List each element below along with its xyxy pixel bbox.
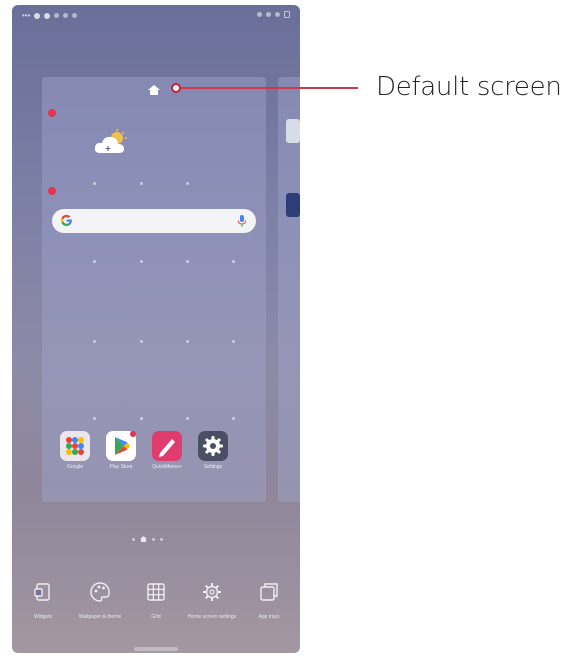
google-search-bar[interactable] bbox=[52, 209, 256, 233]
gear-icon bbox=[203, 583, 221, 601]
widgets-button[interactable]: Widgets bbox=[15, 581, 71, 620]
page-dot[interactable] bbox=[132, 537, 135, 541]
status-time: ••• bbox=[22, 11, 31, 20]
phone-screen: ••• Google Play Store QuickMemo+ Setting… bbox=[12, 5, 300, 653]
home-screen-settings-button[interactable]: Home screen settings bbox=[184, 581, 240, 620]
status-bar: ••• bbox=[12, 5, 300, 27]
app-label: Settings bbox=[203, 464, 223, 470]
grid-marker bbox=[93, 417, 96, 420]
app-label: QuickMemo+ bbox=[152, 464, 182, 470]
app-trays-label: App trays bbox=[258, 614, 280, 620]
battery-icon bbox=[284, 11, 290, 18]
app-play-store[interactable]: Play Store bbox=[103, 431, 139, 470]
home-page-preview[interactable]: Google Play Store QuickMemo+ Settings bbox=[42, 77, 266, 502]
grid-marker bbox=[186, 260, 189, 263]
grid-icon bbox=[147, 583, 165, 601]
gear-icon bbox=[198, 431, 228, 461]
edit-mode-menu: Widgets Wallpaper & theme Grid Home scre… bbox=[12, 575, 300, 653]
notification-dot-icon bbox=[34, 12, 41, 19]
app-google-folder[interactable]: Google bbox=[57, 431, 93, 470]
next-home-page-preview[interactable] bbox=[278, 77, 300, 502]
grid-marker bbox=[186, 417, 189, 420]
page-dot[interactable] bbox=[152, 537, 155, 541]
remove-widget-icon[interactable] bbox=[48, 187, 56, 195]
grid-button[interactable]: Grid bbox=[128, 581, 184, 620]
notification-dot-icon bbox=[44, 12, 51, 19]
signal-icon bbox=[275, 12, 280, 17]
palette-icon bbox=[90, 582, 110, 602]
grid-marker bbox=[232, 417, 235, 420]
home-icon[interactable] bbox=[148, 85, 160, 95]
grid-marker bbox=[232, 340, 235, 343]
grid-marker bbox=[186, 340, 189, 343]
status-bar-right bbox=[257, 11, 290, 18]
app-quickmemo[interactable]: QuickMemo+ bbox=[149, 431, 185, 470]
quickmemo-icon bbox=[152, 431, 182, 461]
play-store-icon bbox=[106, 431, 136, 461]
grid-marker bbox=[232, 260, 235, 263]
grid-marker bbox=[140, 340, 143, 343]
navigation-handle[interactable] bbox=[134, 647, 178, 651]
app-tray-icon bbox=[260, 583, 278, 601]
callout-line bbox=[176, 87, 358, 89]
partly-cloudy-icon[interactable] bbox=[94, 129, 128, 155]
wallpaper-theme-button[interactable]: Wallpaper & theme bbox=[72, 581, 128, 620]
remove-widget-icon[interactable] bbox=[48, 109, 56, 117]
home-screen-settings-label: Home screen settings bbox=[187, 614, 237, 620]
app-settings[interactable]: Settings bbox=[195, 431, 231, 470]
status-bar-left: ••• bbox=[22, 11, 78, 20]
callout-marker bbox=[171, 83, 181, 93]
grid-marker bbox=[140, 417, 143, 420]
app-trays-button[interactable]: App trays bbox=[241, 581, 297, 620]
notification-dot-icon bbox=[63, 13, 69, 18]
home-page-indicator-icon[interactable] bbox=[140, 536, 147, 542]
page-dot[interactable] bbox=[160, 537, 163, 541]
wifi-icon bbox=[257, 12, 262, 17]
grid-marker bbox=[140, 260, 143, 263]
app-icon bbox=[286, 119, 300, 143]
grid-marker bbox=[93, 340, 96, 343]
app-label: Google bbox=[66, 464, 84, 470]
grid-label: Grid bbox=[151, 614, 161, 620]
widgets-label: Widgets bbox=[33, 614, 53, 620]
google-g-icon bbox=[60, 214, 72, 226]
grid-marker bbox=[93, 182, 96, 185]
app-icon bbox=[286, 193, 300, 217]
mic-icon[interactable] bbox=[238, 215, 246, 227]
callout-label: Default screen bbox=[376, 72, 562, 102]
widgets-icon bbox=[34, 583, 50, 601]
notification-dot-icon bbox=[72, 13, 78, 18]
app-label: Play Store bbox=[109, 464, 133, 470]
wallpaper-theme-label: Wallpaper & theme bbox=[78, 614, 122, 620]
grid-marker bbox=[186, 182, 189, 185]
page-indicator bbox=[132, 536, 163, 542]
notification-dot-icon bbox=[54, 13, 60, 18]
google-folder-icon bbox=[60, 431, 90, 461]
signal-icon bbox=[266, 12, 271, 17]
grid-marker bbox=[140, 182, 143, 185]
grid-marker bbox=[93, 260, 96, 263]
